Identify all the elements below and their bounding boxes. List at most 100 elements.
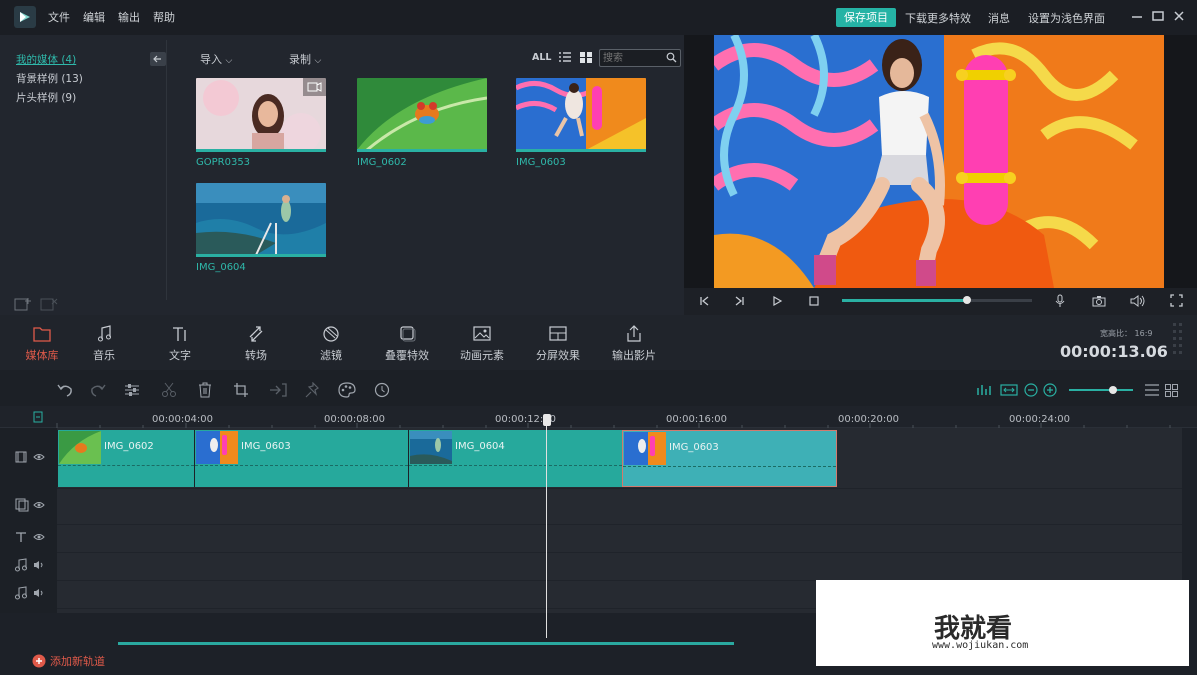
minimize-icon[interactable]	[1130, 9, 1144, 23]
tool-text[interactable]: 文字	[150, 325, 210, 363]
microphone-icon[interactable]	[1054, 294, 1066, 308]
media-thumbnail-img0603[interactable]	[516, 78, 646, 150]
media-thumbnail-img0602[interactable]	[357, 78, 487, 150]
tool-media-library[interactable]: 媒体库	[12, 325, 72, 363]
detach-icon[interactable]	[269, 382, 287, 398]
tool-label: 文字	[169, 349, 191, 362]
menu-help[interactable]: 帮助	[153, 9, 175, 25]
grid-view-icon[interactable]	[580, 52, 592, 63]
preview-video[interactable]	[714, 35, 1164, 288]
eye-icon[interactable]	[33, 452, 45, 462]
ruler-tick-label: 00:00:04:00	[152, 414, 214, 425]
download-effects-link[interactable]: 下载更多特效	[905, 10, 971, 26]
import-dropdown[interactable]: 导入 ⌵	[200, 51, 232, 67]
save-project-button[interactable]: 保存项目	[836, 8, 896, 27]
redo-icon[interactable]	[89, 382, 107, 398]
thumbnail-underline	[357, 149, 487, 152]
list-view-icon[interactable]	[1145, 384, 1159, 396]
messages-link[interactable]: 消息	[988, 10, 1010, 26]
menu-file[interactable]: 文件	[48, 9, 70, 25]
media-label: IMG_0604	[196, 262, 246, 273]
add-track-button[interactable]: 添加新轨道	[32, 653, 105, 669]
tool-music[interactable]: 音乐	[74, 325, 134, 363]
sidebar-item-my-media[interactable]: 我的媒体 (4)	[16, 52, 76, 67]
fit-timeline-icon[interactable]	[1000, 383, 1018, 397]
fullscreen-icon[interactable]	[1170, 294, 1183, 307]
remove-folder-icon[interactable]	[40, 296, 58, 312]
speed-clock-icon[interactable]	[374, 382, 390, 398]
media-thumbnail-img0604[interactable]	[196, 183, 326, 255]
playhead-handle[interactable]	[543, 414, 551, 426]
stop-icon[interactable]	[808, 295, 820, 307]
adjust-sliders-icon[interactable]	[124, 382, 140, 398]
clip-audio-line	[623, 466, 836, 467]
speaker-icon[interactable]	[33, 588, 45, 598]
color-palette-icon[interactable]	[338, 382, 356, 398]
grid-view-icon[interactable]	[1165, 384, 1178, 397]
filter-icon	[323, 326, 339, 342]
tool-overlay[interactable]: 叠覆特效	[377, 325, 437, 363]
menu-output[interactable]: 输出	[118, 9, 140, 25]
video-track-icon	[15, 451, 27, 463]
play-icon[interactable]	[771, 295, 783, 307]
playhead-line[interactable]	[546, 418, 547, 638]
timeline-clip[interactable]: IMG_0603	[194, 430, 408, 487]
timeline-scrollbar[interactable]	[118, 642, 734, 645]
sidebar-item-title-samples[interactable]: 片头样例 (9)	[16, 90, 76, 105]
pin-marker-icon[interactable]	[305, 382, 321, 398]
search-box[interactable]	[599, 49, 681, 67]
ruler-tick-label: 00:00:16:00	[666, 414, 728, 425]
text-icon	[173, 327, 186, 341]
cut-scissors-icon[interactable]	[161, 382, 177, 398]
timeline-clip[interactable]: IMG_0604	[408, 430, 622, 487]
sidebar-item-background-samples[interactable]: 背景样例 (13)	[16, 71, 83, 86]
delete-trash-icon[interactable]	[197, 382, 213, 398]
zoom-in-icon[interactable]	[1043, 383, 1057, 397]
clip-audio-line	[195, 465, 408, 466]
tool-transition[interactable]: 转场	[226, 325, 286, 363]
zoom-out-icon[interactable]	[1024, 383, 1038, 397]
snap-toggle-icon[interactable]	[33, 411, 43, 423]
maximize-icon[interactable]	[1151, 9, 1165, 23]
volume-icon[interactable]	[1130, 294, 1146, 308]
zoom-slider-track[interactable]	[1069, 389, 1133, 391]
undo-icon[interactable]	[56, 382, 74, 398]
clip-audio-line	[409, 465, 622, 466]
audio-mixer-icon[interactable]	[976, 383, 994, 397]
tool-label: 叠覆特效	[385, 349, 429, 362]
speaker-icon[interactable]	[33, 560, 45, 570]
filter-all[interactable]: ALL	[532, 52, 551, 63]
tool-export[interactable]: 输出影片	[604, 325, 664, 363]
overlay-track-icon	[15, 498, 29, 512]
crop-icon[interactable]	[233, 382, 249, 398]
timeline-clip-selected[interactable]: IMG_0603	[622, 430, 837, 487]
record-dropdown[interactable]: 录制 ⌵	[289, 51, 321, 67]
menu-edit[interactable]: 编辑	[83, 9, 105, 25]
panel-grip-icon	[1172, 322, 1184, 360]
eye-icon[interactable]	[33, 500, 45, 510]
zoom-slider-knob[interactable]	[1109, 386, 1117, 394]
tool-filter[interactable]: 滤镜	[301, 325, 361, 363]
snapshot-camera-icon[interactable]	[1092, 294, 1106, 308]
collapse-sidebar-button[interactable]	[150, 52, 166, 66]
tool-animation[interactable]: 动画元素	[452, 325, 512, 363]
playback-progress-track[interactable]	[842, 296, 1032, 304]
ruler-tick-label: 00:00:24:00	[1009, 414, 1071, 425]
track-divider	[57, 488, 1182, 489]
chevron-down-icon: ⌵	[314, 56, 322, 66]
search-input[interactable]	[600, 50, 662, 66]
audio-track-icon	[14, 558, 28, 572]
light-theme-link[interactable]: 设置为浅色界面	[1028, 10, 1105, 26]
close-icon[interactable]	[1172, 9, 1186, 23]
tool-split-screen[interactable]: 分屏效果	[528, 325, 588, 363]
timeline-clip[interactable]: IMG_0602	[57, 430, 194, 487]
eye-icon[interactable]	[33, 532, 45, 542]
add-folder-icon[interactable]	[14, 296, 32, 312]
media-label: GOPR0353	[196, 157, 251, 168]
skip-back-icon[interactable]	[698, 295, 710, 307]
skip-forward-icon[interactable]	[734, 295, 746, 307]
list-view-icon[interactable]	[559, 52, 571, 63]
search-icon[interactable]	[666, 52, 677, 63]
app-logo-icon	[14, 6, 36, 28]
folder-icon	[33, 327, 51, 342]
